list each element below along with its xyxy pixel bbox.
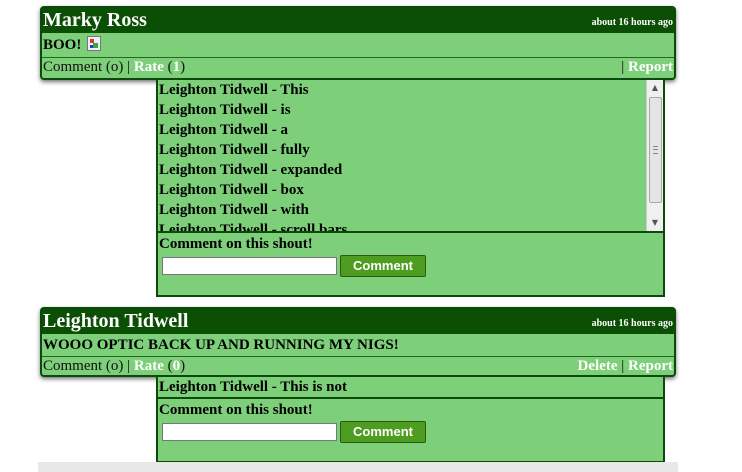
comment-input[interactable] — [162, 257, 337, 275]
report-link[interactable]: Report — [628, 358, 673, 374]
comment-item: Leighton Tidwell - with — [159, 202, 309, 218]
scroll-down-arrow[interactable]: ▼ — [647, 215, 663, 231]
comment-input[interactable] — [162, 423, 337, 441]
comment-item: Leighton Tidwell - This is not — [159, 379, 347, 395]
comment-count-link[interactable]: Comment (o) | — [43, 59, 130, 75]
shout-author[interactable]: Leighton Tidwell — [43, 310, 188, 332]
shout-card: Leighton Tidwell about 16 hours ago WOOO… — [40, 307, 676, 377]
broken-image-icon — [87, 36, 102, 51]
shout-card: Marky Ross about 16 hours ago BOO! Comme… — [40, 6, 676, 80]
rate-count: 1 — [172, 59, 181, 75]
rate-link[interactable]: Rate (1) — [134, 59, 185, 75]
shout-action-bar: Comment (o) | Rate (1) | Report — [42, 58, 674, 78]
shout-action-bar: Comment (o) | Rate (0) Delete | Report — [42, 357, 674, 377]
shout-right-links: Delete | Report — [577, 358, 673, 374]
shout-right-links: | Report — [621, 59, 673, 75]
shout-message-text: BOO! — [43, 37, 82, 53]
shout-header: Marky Ross about 16 hours ago — [42, 8, 674, 33]
comment-count-link[interactable]: Comment (o) | — [43, 358, 130, 374]
shout-header: Leighton Tidwell about 16 hours ago — [42, 309, 674, 334]
rate-label: Rate — [133, 59, 164, 75]
comment-item: Leighton Tidwell - is — [159, 102, 291, 118]
comments-panel: Leighton Tidwell - This Leighton Tidwell… — [156, 80, 665, 297]
comment-list: Leighton Tidwell - This is not — [158, 377, 663, 399]
rate-link[interactable]: Rate (0) — [134, 358, 185, 374]
comment-submit-button[interactable]: Comment — [340, 255, 426, 277]
comment-scrollbar[interactable]: ▲ ▼ — [646, 80, 663, 231]
comment-item: Leighton Tidwell - scroll bars — [159, 222, 348, 233]
delete-link[interactable]: Delete — [578, 358, 618, 374]
comment-item: Leighton Tidwell - fully — [159, 142, 310, 158]
report-link[interactable]: Report — [628, 59, 673, 75]
rate-label: Rate — [133, 358, 164, 374]
comment-submit-button[interactable]: Comment — [340, 421, 426, 443]
shout-time: about 16 hours ago — [591, 17, 673, 28]
scroll-thumb[interactable] — [649, 97, 662, 203]
comment-prompt: Comment on this shout! — [159, 236, 313, 252]
comment-form: Comment on this shout! Comment — [158, 399, 663, 443]
rate-count: 0 — [172, 358, 181, 374]
comment-item: Leighton Tidwell - This — [159, 82, 309, 98]
comment-item: Leighton Tidwell - a — [159, 122, 289, 138]
comment-form: Comment on this shout! Comment — [158, 233, 663, 277]
comment-item: Leighton Tidwell - expanded — [159, 162, 343, 178]
shout-message: WOOO OPTIC BACK UP AND RUNNING MY NIGS! — [42, 334, 674, 357]
shout-message-text: WOOO OPTIC BACK UP AND RUNNING MY NIGS! — [43, 337, 399, 353]
scroll-up-arrow[interactable]: ▲ — [647, 80, 663, 96]
comments-panel: Leighton Tidwell - This is not Comment o… — [156, 377, 665, 463]
comment-item: Leighton Tidwell - box — [159, 182, 304, 198]
comment-list[interactable]: Leighton Tidwell - This Leighton Tidwell… — [158, 80, 663, 233]
next-shout-edge — [38, 462, 678, 472]
shout-message: BOO! — [42, 33, 674, 58]
comment-prompt: Comment on this shout! — [159, 402, 313, 418]
shout-author[interactable]: Marky Ross — [43, 9, 147, 31]
shout-time: about 16 hours ago — [591, 318, 673, 329]
